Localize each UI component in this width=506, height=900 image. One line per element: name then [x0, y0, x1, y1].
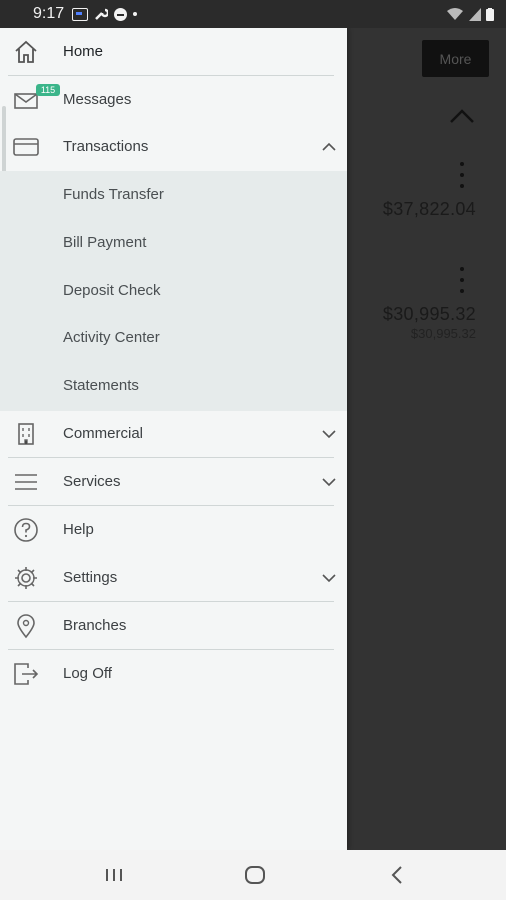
account-balance: $30,995.32	[382, 304, 476, 324]
transactions-submenu: Funds Transfer Bill Payment Deposit Chec…	[0, 171, 347, 411]
wifi-icon	[447, 8, 463, 20]
menu-item-settings[interactable]: Settings	[0, 554, 347, 601]
status-notification-icons	[72, 7, 138, 21]
menu-item-help[interactable]: Help	[0, 506, 347, 553]
location-pin-icon	[12, 612, 40, 640]
recent-apps-icon	[106, 869, 122, 881]
help-icon	[12, 516, 40, 544]
account-balance: $37,822.04	[382, 199, 476, 219]
account-options-icon[interactable]	[459, 267, 465, 293]
signal-icon	[469, 7, 481, 21]
recent-apps-button[interactable]	[94, 862, 134, 888]
submenu-item-activity-center[interactable]: Activity Center	[63, 329, 160, 346]
more-notifications-dot-icon	[133, 12, 138, 16]
do-not-disturb-icon	[114, 7, 128, 21]
account-options-icon[interactable]	[459, 162, 465, 188]
menu-item-label: Home	[63, 43, 104, 60]
status-time: 9:17	[33, 5, 65, 22]
logout-icon	[12, 660, 40, 688]
menu-item-home[interactable]: Home	[0, 28, 347, 75]
chevron-up-icon[interactable]	[320, 141, 338, 153]
home-circle-icon	[245, 866, 265, 884]
notification-app-icon	[72, 7, 89, 21]
submenu-item-bill-payment[interactable]: Bill Payment	[63, 234, 146, 251]
menu-item-label: Help	[63, 521, 94, 538]
menu-item-label: Services	[63, 473, 121, 490]
chevron-down-icon[interactable]	[320, 476, 338, 488]
menu-item-label: Transactions	[63, 138, 149, 155]
wrench-icon	[95, 8, 109, 20]
navigation-drawer: Home 115 Messages Transactions Funds Tra…	[0, 28, 347, 850]
status-bar: 9:17	[0, 0, 506, 28]
gear-icon	[12, 564, 40, 592]
submenu-item-funds-transfer[interactable]: Funds Transfer	[63, 186, 164, 203]
account-available-balance: $30,995.32	[410, 326, 476, 341]
status-system-icons	[446, 7, 494, 21]
main-content-overlay[interactable]	[347, 28, 506, 850]
battery-icon	[486, 7, 494, 21]
menu-item-transactions[interactable]: Transactions	[0, 123, 347, 170]
menu-icon	[12, 468, 40, 496]
home-icon	[12, 38, 40, 66]
menu-item-log-off[interactable]: Log Off	[0, 650, 347, 697]
back-icon	[391, 866, 402, 884]
chevron-down-icon[interactable]	[320, 428, 338, 440]
card-icon	[12, 133, 40, 161]
chevron-up-icon[interactable]	[448, 106, 476, 126]
mail-icon: 115	[12, 83, 60, 114]
submenu-item-statements[interactable]: Statements	[63, 377, 139, 394]
chevron-down-icon[interactable]	[320, 572, 338, 584]
menu-item-services[interactable]: Services	[0, 458, 347, 505]
menu-item-label: Commercial	[63, 425, 144, 442]
menu-item-branches[interactable]: Branches	[0, 602, 347, 649]
menu-item-label: Settings	[63, 569, 118, 586]
menu-item-commercial[interactable]: Commercial	[0, 410, 347, 457]
menu-item-label: Branches	[63, 617, 127, 634]
menu-item-label: Log Off	[63, 665, 112, 682]
building-icon	[12, 420, 40, 448]
menu-item-messages[interactable]: 115 Messages	[0, 76, 347, 123]
back-button[interactable]	[377, 862, 417, 888]
home-button[interactable]	[235, 862, 275, 888]
messages-unread-badge: 115	[36, 83, 60, 96]
menu-item-label: Messages	[63, 91, 132, 108]
submenu-item-deposit-check[interactable]: Deposit Check	[63, 282, 161, 299]
system-navigation-bar	[0, 850, 506, 900]
more-button[interactable]: More	[422, 40, 489, 77]
